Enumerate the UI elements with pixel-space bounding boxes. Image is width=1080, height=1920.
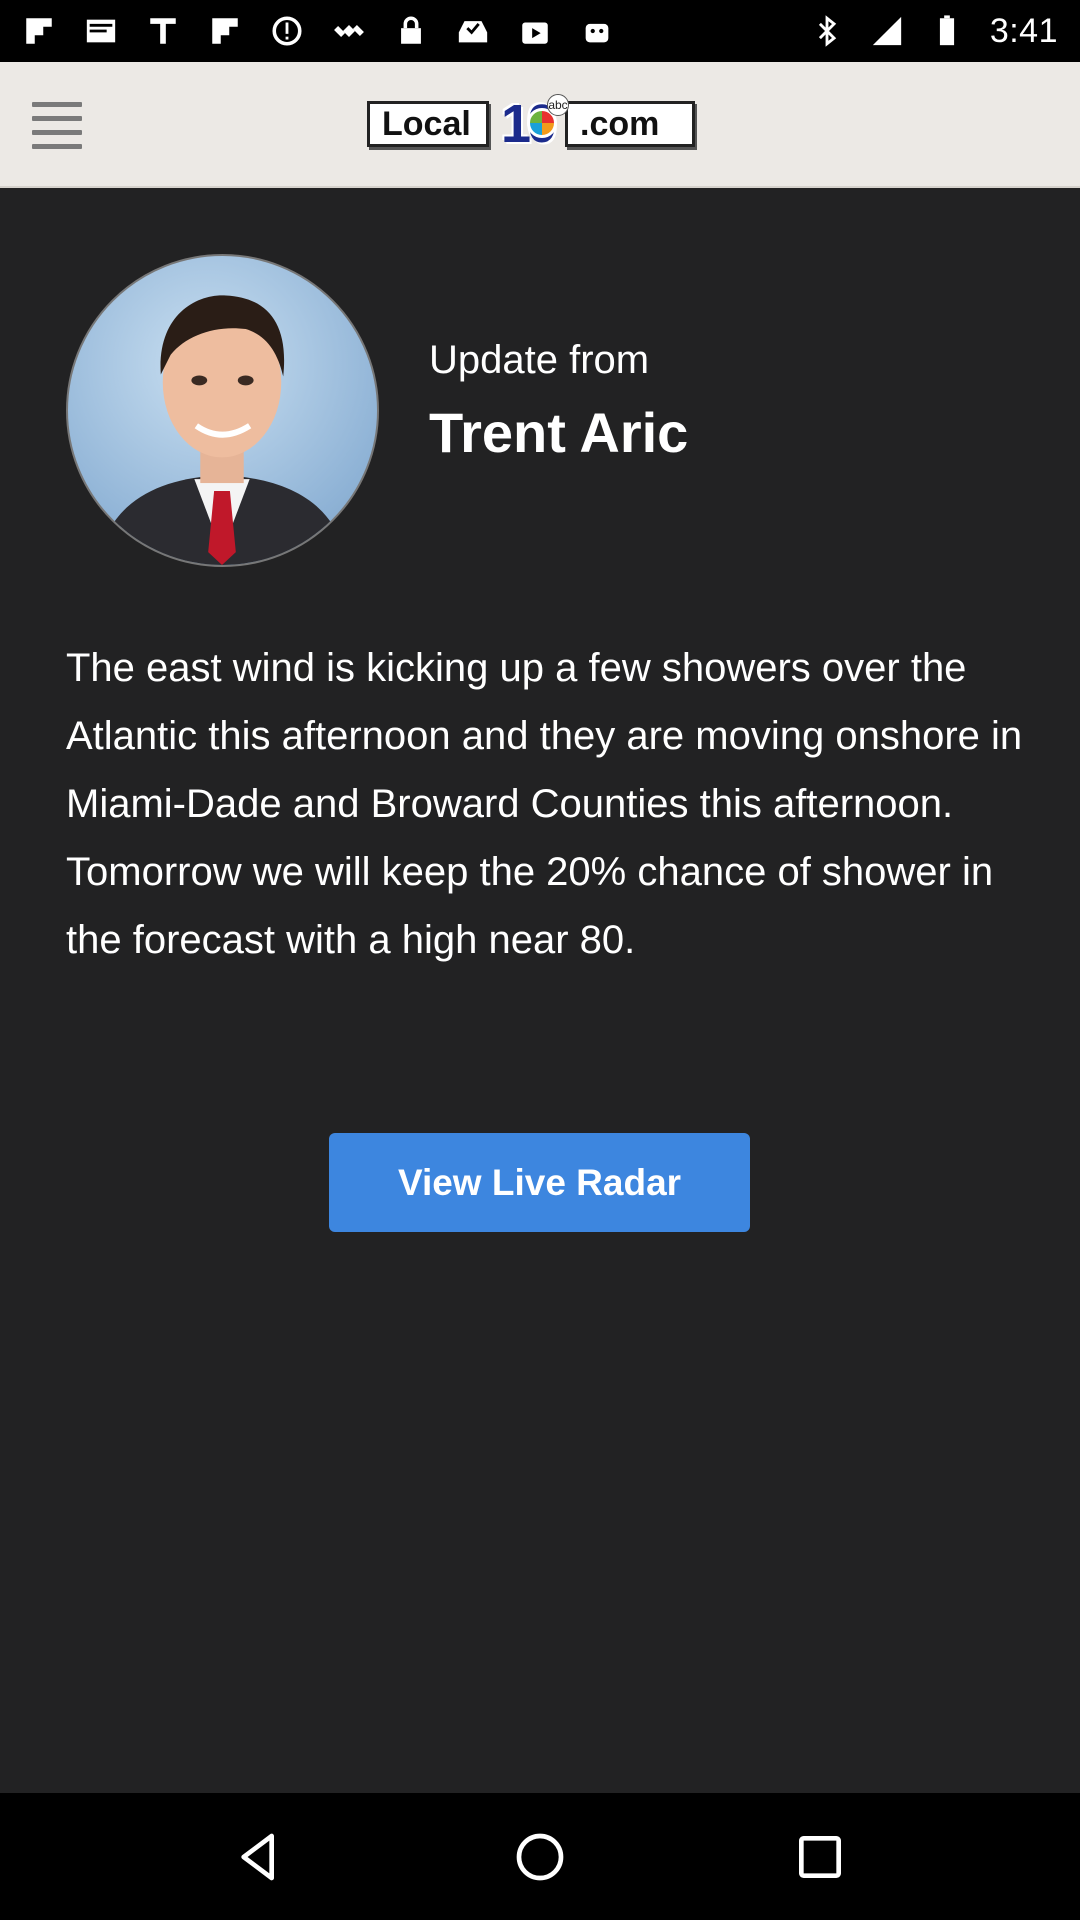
inbox-check-icon [456, 14, 490, 48]
android-icon [580, 14, 614, 48]
logo-right-text: .com [565, 101, 695, 147]
person-portrait-icon [97, 295, 348, 565]
notification-icons [22, 14, 614, 48]
home-icon[interactable] [505, 1822, 575, 1892]
lock-icon [394, 14, 428, 48]
view-live-radar-button[interactable]: View Live Radar [329, 1133, 750, 1232]
author-avatar [66, 254, 379, 567]
navigation-bar [0, 1793, 1080, 1920]
mail-icon [84, 14, 118, 48]
bluetooth-icon [810, 14, 844, 48]
logo-badge: abc [547, 94, 569, 116]
flipboard-icon [22, 14, 56, 48]
flipboard-icon [208, 14, 242, 48]
battery-icon [930, 14, 964, 48]
author-name: Trent Aric [429, 401, 689, 464]
status-time: 3:41 [989, 11, 1058, 50]
hamburger-menu-icon[interactable] [24, 98, 90, 152]
forecast-text: The east wind is kicking up a few shower… [66, 646, 1023, 962]
play-store-icon [518, 14, 552, 48]
system-icons: 3:41 [810, 12, 1058, 51]
update-from-label: Update from [429, 338, 650, 382]
logo-number-mark: 10 abc [483, 94, 571, 154]
logo-left-text: Local [367, 101, 489, 147]
satellite-icon [332, 14, 366, 48]
back-icon[interactable] [225, 1822, 295, 1892]
recents-icon[interactable] [785, 1822, 855, 1892]
app-header: Local 10 abc .com [0, 62, 1080, 188]
signal-icon [870, 14, 904, 48]
status-bar: 3:41 [0, 0, 1080, 62]
weather-update-card: Update from Trent Aric The east wind is … [0, 188, 1080, 1793]
local10-logo: Local 10 abc .com [367, 94, 707, 154]
text-t-icon [146, 14, 180, 48]
alert-icon [270, 14, 304, 48]
